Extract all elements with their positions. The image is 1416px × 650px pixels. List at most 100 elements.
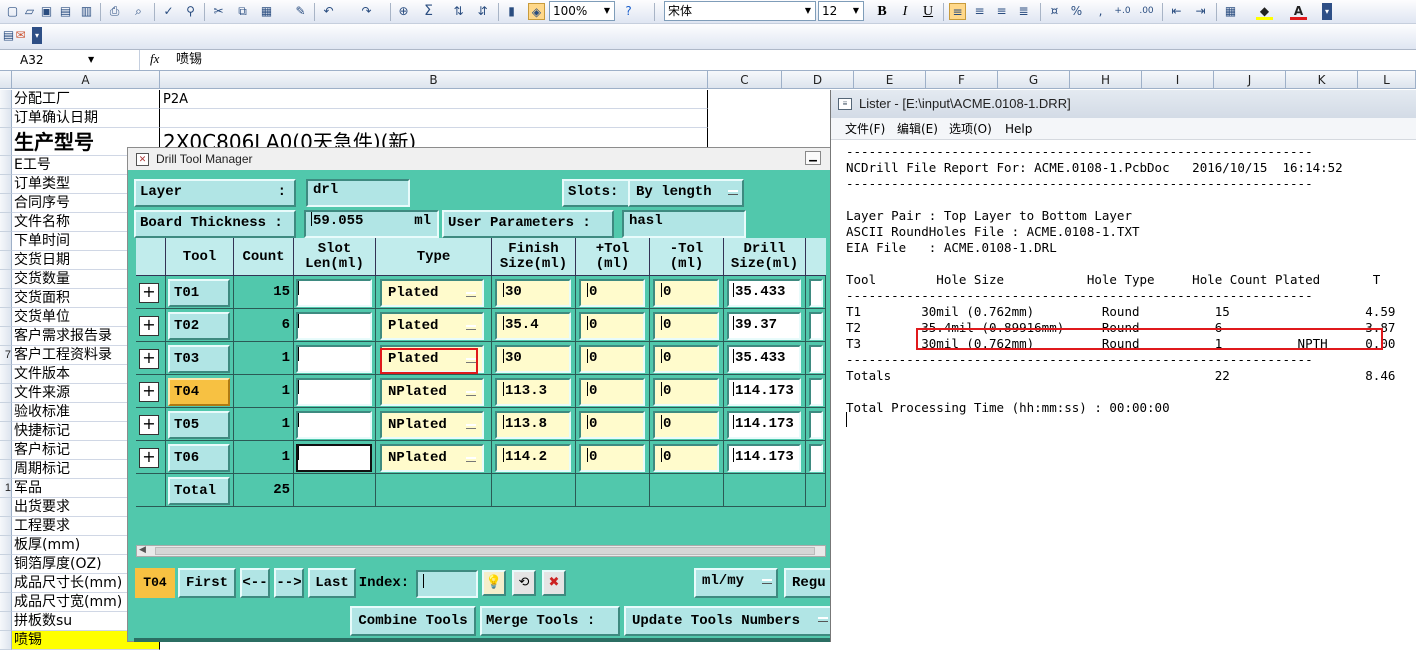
minimize-button[interactable]: ▁ — [805, 151, 821, 165]
decrease-decimal-icon[interactable]: .00 — [1138, 3, 1155, 20]
units-combo[interactable]: ml/my — [694, 568, 778, 598]
tool-button[interactable]: T02 — [168, 312, 230, 340]
plus-tol-input[interactable]: 0 — [579, 378, 645, 406]
toolbar-options-icon[interactable]: ▾ — [32, 27, 42, 44]
lightbulb-icon[interactable]: 💡 — [482, 570, 506, 596]
minus-tol-input[interactable]: 0 — [653, 312, 719, 340]
finish-size-input[interactable]: 30 — [495, 279, 571, 307]
slot-length-input[interactable] — [296, 279, 372, 307]
cell-a[interactable]: 分配工厂 — [12, 90, 160, 109]
font-color-icon[interactable]: A — [1290, 3, 1307, 20]
last-button[interactable]: Last — [308, 568, 356, 598]
increase-decimal-icon[interactable]: +.0 — [1114, 3, 1131, 20]
cut-icon[interactable]: ✂ — [210, 3, 227, 20]
slots-combo[interactable]: By length — [628, 179, 744, 207]
chevron-down-icon[interactable]: ▼ — [849, 2, 863, 20]
chevron-down-icon[interactable]: ▼ — [88, 50, 94, 70]
open-folder-icon[interactable]: ▱ — [21, 3, 38, 20]
plus-tol-input[interactable]: 0 — [579, 411, 645, 439]
row-header[interactable] — [0, 308, 12, 327]
column-header[interactable]: J — [1214, 71, 1286, 89]
extra-input[interactable] — [809, 312, 823, 340]
next-button[interactable]: --> — [274, 568, 304, 598]
column-header[interactable]: K — [1286, 71, 1358, 89]
row-header[interactable] — [0, 232, 12, 251]
menu-options[interactable]: 选项(O) — [949, 118, 992, 140]
row-header[interactable] — [0, 156, 12, 175]
justify-icon[interactable]: ≣ — [1015, 3, 1032, 20]
horizontal-scrollbar[interactable]: ◀ — [136, 544, 826, 557]
user-parameters-input[interactable]: hasl — [622, 210, 746, 238]
plus-tol-input[interactable]: 0 — [579, 312, 645, 340]
tool-button[interactable]: T03 — [168, 345, 230, 373]
scroll-thumb[interactable] — [155, 547, 815, 555]
row-header[interactable]: 1 — [0, 479, 12, 498]
tool-button[interactable]: T04 — [168, 378, 230, 406]
finish-size-input[interactable]: 113.3 — [495, 378, 571, 406]
column-header[interactable]: G — [998, 71, 1070, 89]
row-header[interactable]: 7 — [0, 346, 12, 365]
row-header[interactable] — [0, 194, 12, 213]
redo-icon[interactable]: ↷ — [358, 3, 375, 20]
chevron-down-icon[interactable]: ▼ — [801, 2, 815, 20]
type-combo[interactable]: Plated — [380, 312, 484, 340]
expand-icon[interactable]: + — [139, 349, 159, 369]
column-header[interactable]: L — [1358, 71, 1416, 89]
percent-icon[interactable]: % — [1068, 3, 1085, 20]
row-header[interactable] — [0, 441, 12, 460]
cell-b[interactable] — [160, 109, 708, 128]
align-center-icon[interactable]: ≡ — [971, 3, 988, 20]
extra-input[interactable] — [809, 279, 823, 307]
layer-input[interactable]: drl — [306, 179, 410, 207]
permission-icon[interactable]: ▤ — [57, 3, 74, 20]
expand-icon[interactable]: + — [139, 415, 159, 435]
row-header[interactable] — [0, 612, 12, 631]
row-header[interactable] — [0, 251, 12, 270]
update-tools-combo[interactable]: Update Tools Numbers — [624, 606, 834, 636]
row-header[interactable] — [0, 555, 12, 574]
row-header[interactable] — [0, 422, 12, 441]
expand-icon[interactable]: + — [139, 316, 159, 336]
slot-length-input[interactable] — [296, 411, 372, 439]
help-icon[interactable]: ? — [620, 3, 637, 20]
row-header[interactable] — [0, 536, 12, 555]
sort-descending-icon[interactable]: ⇵ — [474, 3, 491, 20]
comma-icon[interactable]: , — [1092, 3, 1109, 20]
type-combo[interactable]: NPlated — [380, 444, 484, 472]
row-header[interactable] — [0, 460, 12, 479]
row-header[interactable] — [0, 384, 12, 403]
zoom-combo[interactable]: 100% ▼ — [549, 1, 615, 21]
italic-button[interactable]: I — [896, 3, 914, 21]
minus-tol-input[interactable]: 0 — [653, 279, 719, 307]
format-painter-icon[interactable]: ✎ — [292, 3, 309, 20]
plus-tol-input[interactable]: 0 — [579, 345, 645, 373]
window-title-bar[interactable]: Drill Tool Manager — [128, 148, 831, 170]
type-combo[interactable]: Plated — [380, 279, 484, 307]
window-title-bar[interactable]: Lister - [E:\input\ACME.0108-1.DRR] — [831, 90, 1416, 118]
new-file-icon[interactable]: ▢ — [4, 3, 21, 20]
decrease-indent-icon[interactable]: ⇤ — [1168, 3, 1185, 20]
name-box[interactable]: A32 ▼ — [0, 50, 140, 70]
delete-icon[interactable]: ✖ — [542, 570, 566, 596]
row-header[interactable] — [0, 327, 12, 346]
extra-input[interactable] — [809, 345, 823, 373]
column-header[interactable]: E — [854, 71, 926, 89]
bold-button[interactable]: B — [873, 3, 891, 21]
research-icon[interactable]: ⚲ — [182, 3, 199, 20]
row-header[interactable] — [0, 213, 12, 232]
expand-icon[interactable]: + — [139, 382, 159, 402]
underline-button[interactable]: U — [919, 3, 937, 21]
increase-indent-icon[interactable]: ⇥ — [1192, 3, 1209, 20]
paste-icon[interactable]: ▦ — [258, 3, 275, 20]
row-header[interactable] — [0, 517, 12, 536]
align-left-icon[interactable]: ≡ — [949, 3, 966, 20]
extra-input[interactable] — [809, 411, 823, 439]
menu-edit[interactable]: 编辑(E) — [897, 118, 938, 140]
extra-input[interactable] — [809, 444, 823, 472]
spelling-icon[interactable]: ✓ — [160, 3, 177, 20]
copy-icon[interactable]: ⧉ — [234, 3, 251, 20]
minus-tol-input[interactable]: 0 — [653, 411, 719, 439]
minus-tol-input[interactable]: 0 — [653, 444, 719, 472]
row-header[interactable] — [0, 403, 12, 422]
print-preview-icon[interactable]: ▥ — [78, 3, 95, 20]
